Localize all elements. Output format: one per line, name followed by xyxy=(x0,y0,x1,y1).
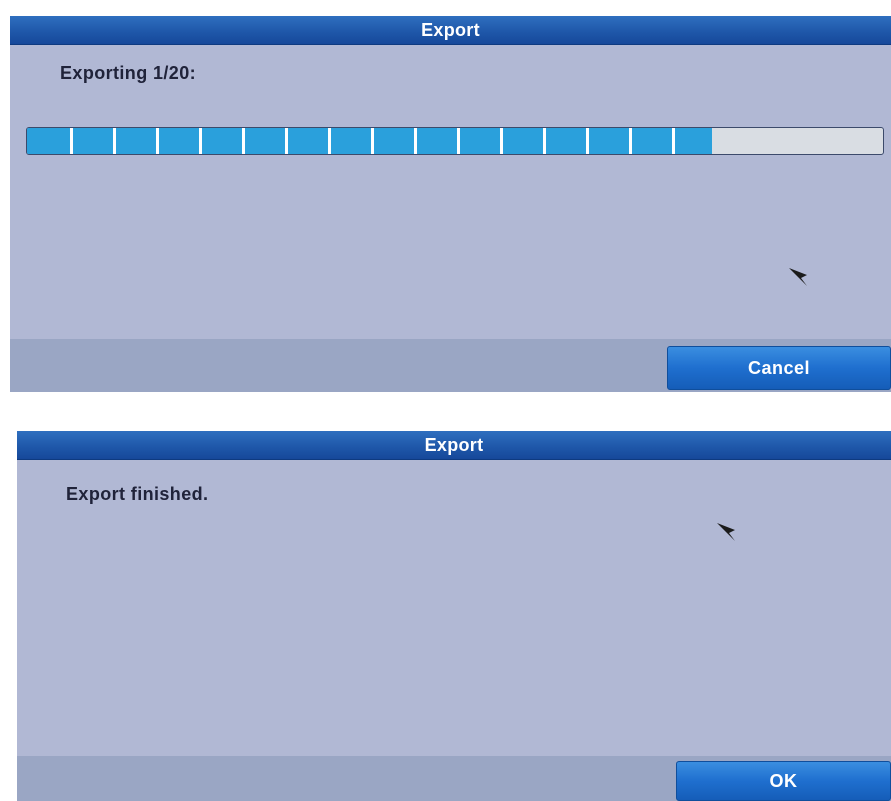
mouse-pointer-icon xyxy=(717,523,735,541)
dialog-title: Export xyxy=(10,16,891,45)
dialog-title: Export xyxy=(17,431,891,460)
dialog-footer: Cancel xyxy=(10,339,891,392)
export-progress-dialog: Export Exporting 1/20: Cancel xyxy=(10,16,891,392)
export-progress-fill xyxy=(27,128,712,154)
dialog-footer: OK xyxy=(17,756,891,801)
export-status-text: Exporting 1/20: xyxy=(60,63,197,83)
cancel-button[interactable]: Cancel xyxy=(667,346,891,390)
mouse-pointer-icon xyxy=(789,268,807,286)
export-finished-text: Export finished. xyxy=(66,484,209,504)
export-progress-bar xyxy=(26,127,884,155)
export-finished-dialog: Export Export finished. OK xyxy=(17,431,891,801)
ok-button[interactable]: OK xyxy=(676,761,891,801)
